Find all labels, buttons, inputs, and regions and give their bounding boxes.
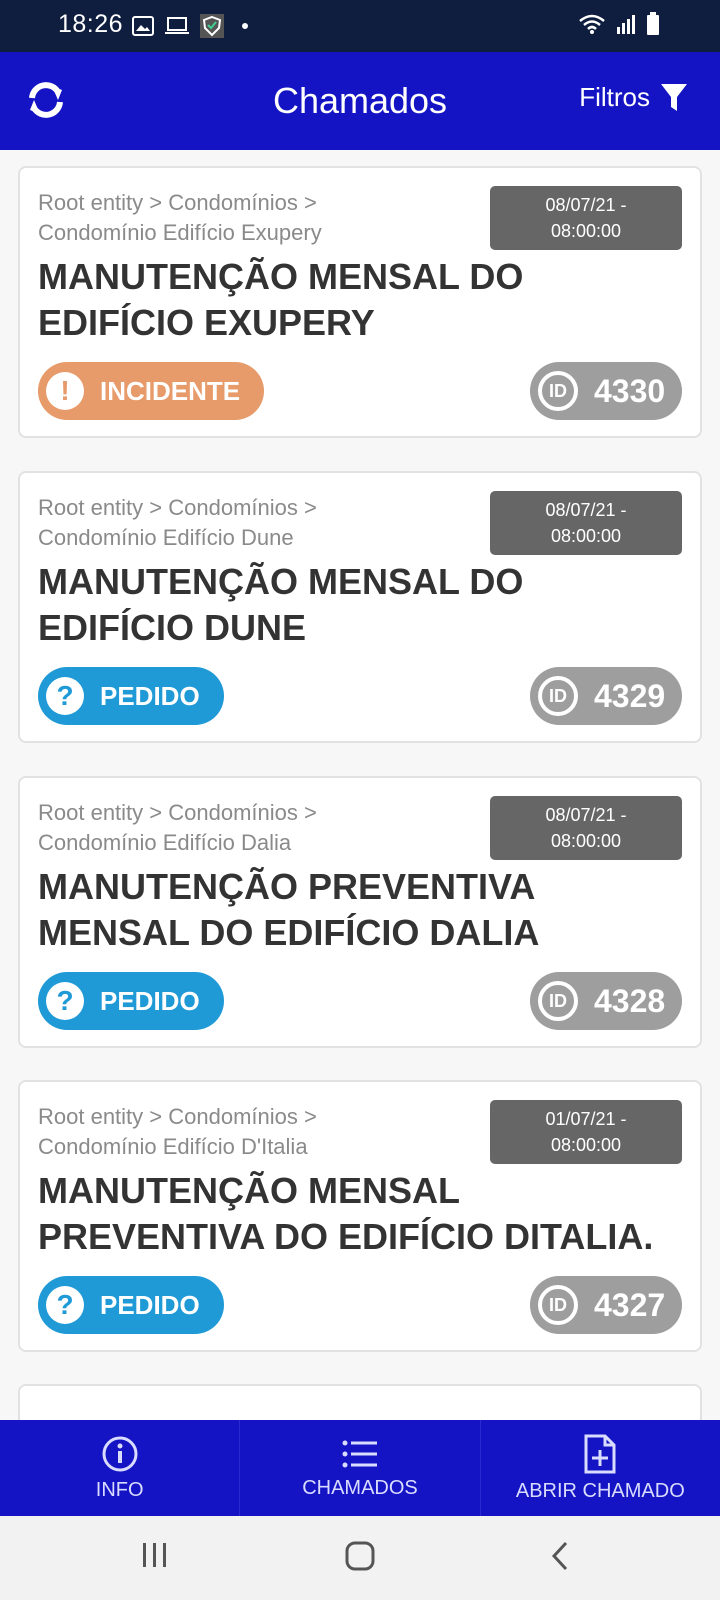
ticket-time: 08:00:00 [550,831,622,851]
ticket-date: 08/07/21 - [545,805,627,825]
id-icon: ID [538,1285,578,1325]
ticket-type-badge: ? PEDIDO [38,667,224,725]
ticket-list[interactable]: Root entity > Condomínios > Condomínio E… [0,150,720,1420]
ticket-time: 08:00:00 [550,1135,622,1155]
status-icons-left [132,14,248,38]
nav-info-label: INFO [95,1478,144,1501]
ticket-time: 08:00:00 [550,526,622,546]
ticket-card[interactable]: Root entity > Condomínios > Condomínio E… [18,776,702,1048]
ticket-date-badge: 01/07/21 - 08:00:00 [490,1100,682,1164]
ticket-id-badge: ID 4328 [530,972,682,1030]
home-icon [345,1541,375,1571]
filters-label: Filtros [579,82,650,112]
signal-icon [617,15,635,34]
laptop-icon [165,17,189,34]
ticket-type-badge: ? PEDIDO [38,1276,224,1334]
nav-abrir-chamado[interactable]: ABRIR CHAMADO [481,1420,720,1516]
ticket-type-label: PEDIDO [100,1289,200,1320]
id-icon: ID [538,981,578,1021]
id-icon: ID [538,371,578,411]
ticket-path: Root entity > Condomínios > Condomínio E… [38,188,458,248]
ticket-time: 08:00:00 [550,221,622,241]
ticket-path-line1: Root entity > Condomínios > [38,190,317,215]
battery-icon [647,12,659,35]
ticket-title: MANUTENÇÃO MENSAL DO EDIFÍCIO DUNE [38,561,524,648]
ticket-id-badge: ID 4329 [530,667,682,725]
ticket-path-line2: Condomínio Edifício Dune [38,525,294,550]
question-icon: ? [46,677,84,715]
ticket-card-partial[interactable] [18,1384,702,1420]
home-button[interactable] [344,1540,376,1577]
ticket-date: 08/07/21 - [545,195,627,215]
status-icons-right [578,12,660,36]
list-icon [342,1440,377,1467]
ticket-type-label: INCIDENTE [100,375,241,406]
ticket-id: 4330 [594,372,666,409]
ticket-title: MANUTENÇÃO MENSAL PREVENTIVA DO EDIFÍCIO… [38,1170,654,1257]
status-time: 18:26 [58,10,124,38]
ticket-id-badge: ID 4327 [530,1276,682,1334]
ticket-date: 01/07/21 - [545,1109,627,1129]
ticket-card[interactable]: Root entity > Condomínios > Condomínio E… [18,166,702,438]
ticket-type-badge: ? PEDIDO [38,972,224,1030]
shield-check-icon [200,14,224,38]
ticket-card[interactable]: Root entity > Condomínios > Condomínio E… [18,1080,702,1352]
ticket-id: 4329 [594,677,666,714]
filter-icon [661,83,687,111]
ticket-id: 4327 [594,1286,666,1323]
app-bar: Chamados Filtros [0,52,720,150]
ticket-date: 08/07/21 - [545,500,627,520]
info-icon [102,1436,138,1471]
ticket-id: 4328 [594,982,666,1019]
status-bar: 18:26 [0,0,720,52]
ticket-card[interactable]: Root entity > Condomínios > Condomínio E… [18,471,702,743]
ticket-type-label: PEDIDO [100,985,200,1016]
ticket-path: Root entity > Condomínios > Condomínio E… [38,493,458,553]
image-icon [132,16,154,36]
nav-info[interactable]: INFO [0,1420,241,1516]
filters-button[interactable]: Filtros [579,82,688,113]
ticket-title: MANUTENÇÃO MENSAL DO EDIFÍCIO EXUPERY [38,256,524,343]
dot-icon [242,23,248,29]
ticket-date-badge: 08/07/21 - 08:00:00 [490,186,682,250]
id-icon: ID [538,676,578,716]
ticket-path-line2: Condomínio Edifício Exupery [38,220,322,245]
ticket-path-line1: Root entity > Condomínios > [38,800,317,825]
bottom-nav: INFO CHAMADOS ABRIR CHAMADO [0,1420,720,1516]
system-nav-bar [0,1516,720,1600]
question-icon: ? [46,1286,84,1324]
ticket-id-badge: ID 4330 [530,362,682,420]
ticket-type-badge: ! INCIDENTE [38,362,265,420]
question-icon: ? [46,982,84,1020]
recents-button[interactable] [140,1540,170,1575]
back-icon [551,1541,568,1571]
back-button[interactable] [548,1540,572,1577]
ticket-path-line2: Condomínio Edifício D'Italia [38,1134,308,1159]
exclamation-icon: ! [46,372,84,410]
ticket-date-badge: 08/07/21 - 08:00:00 [490,796,682,860]
ticket-type-label: PEDIDO [100,680,200,711]
ticket-path: Root entity > Condomínios > Condomínio E… [38,798,458,858]
ticket-date-badge: 08/07/21 - 08:00:00 [490,491,682,555]
ticket-path-line1: Root entity > Condomínios > [38,1104,317,1129]
recents-icon [143,1543,166,1567]
ticket-title: MANUTENÇÃO PREVENTIVA MENSAL DO EDIFÍCIO… [38,866,540,953]
add-file-icon [584,1434,616,1473]
nav-chamados[interactable]: CHAMADOS [240,1420,481,1516]
ticket-path: Root entity > Condomínios > Condomínio E… [38,1102,458,1162]
nav-chamados-label: CHAMADOS [302,1476,418,1499]
ticket-path-line1: Root entity > Condomínios > [38,495,317,520]
ticket-path-line2: Condomínio Edifício Dalia [38,830,292,855]
nav-abrir-chamado-label: ABRIR CHAMADO [515,1479,685,1502]
wifi-icon [579,14,605,34]
